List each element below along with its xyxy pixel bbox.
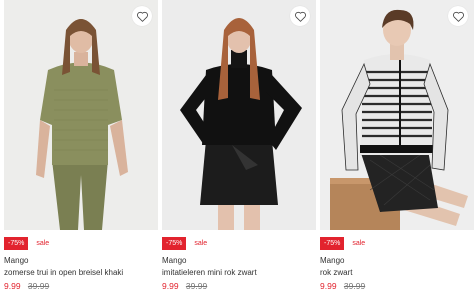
product-card[interactable]: -75% sale Mango rok zwart 9.99 39.99	[320, 0, 474, 300]
original-price: 39.99	[27, 281, 50, 291]
product-name[interactable]: rok zwart	[320, 268, 352, 277]
sale-label: sale	[36, 240, 50, 247]
heart-outline-icon	[136, 11, 148, 22]
product-card[interactable]: -75% sale Mango imitatieleren mini rok z…	[162, 0, 316, 300]
product-brand: Mango	[320, 256, 345, 265]
sale-label: sale	[352, 240, 366, 247]
product-card[interactable]: -75% sale Mango zomerse trui in open bre…	[4, 0, 158, 300]
heart-outline-icon	[452, 11, 464, 22]
product-prices: 9.99 39.99	[162, 281, 207, 291]
favorite-button[interactable]	[290, 6, 310, 26]
product-image[interactable]	[4, 0, 158, 230]
heart-outline-icon	[294, 11, 306, 22]
model-photo-leather-skirt	[162, 0, 316, 230]
product-badges: -75% sale	[320, 237, 365, 250]
product-prices: 9.99 39.99	[4, 281, 49, 291]
sale-price: 9.99	[320, 281, 337, 291]
product-name[interactable]: imitatieleren mini rok zwart	[162, 268, 257, 277]
model-photo-khaki-knit	[4, 0, 158, 230]
discount-badge: -75%	[162, 237, 187, 250]
model-photo-quilted-skirt	[320, 0, 474, 230]
favorite-button[interactable]	[448, 6, 468, 26]
product-image[interactable]	[162, 0, 316, 230]
sale-price: 9.99	[162, 281, 179, 291]
product-name[interactable]: zomerse trui in open breisel khaki	[4, 268, 123, 277]
product-prices: 9.99 39.99	[320, 281, 365, 291]
product-badges: -75% sale	[162, 237, 207, 250]
sale-price: 9.99	[4, 281, 21, 291]
favorite-button[interactable]	[132, 6, 152, 26]
original-price: 39.99	[185, 281, 208, 291]
product-brand: Mango	[162, 256, 187, 265]
product-image[interactable]	[320, 0, 474, 230]
product-grid: -75% sale Mango zomerse trui in open bre…	[0, 0, 475, 300]
product-brand: Mango	[4, 256, 29, 265]
discount-badge: -75%	[320, 237, 345, 250]
product-badges: -75% sale	[4, 237, 49, 250]
sale-label: sale	[194, 240, 208, 247]
discount-badge: -75%	[4, 237, 29, 250]
original-price: 39.99	[343, 281, 366, 291]
